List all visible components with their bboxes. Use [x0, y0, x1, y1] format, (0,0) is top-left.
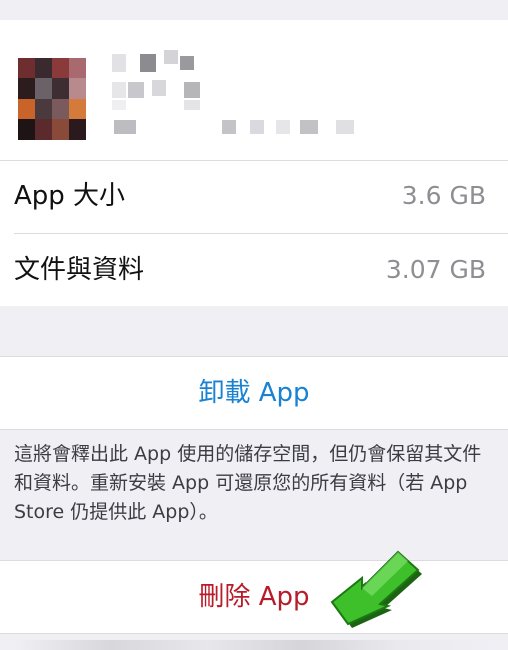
- app-size-value: 3.6 GB: [401, 181, 486, 210]
- storage-info-card: App 大小 3.6 GB 文件與資料 3.07 GB: [0, 160, 508, 306]
- offload-description: 這將會釋出此 App 使用的儲存空間，但仍會保留其文件和資料。重新安裝 App …: [14, 443, 482, 523]
- row-app-size: App 大小 3.6 GB: [0, 160, 508, 232]
- delete-app-button[interactable]: 刪除 App: [0, 561, 508, 633]
- top-spacer: [0, 0, 508, 20]
- app-size-label: App 大小: [14, 181, 126, 211]
- app-info-card: [0, 20, 508, 160]
- green-arrow-icon: [330, 550, 422, 628]
- row-documents-data: 文件與資料 3.07 GB: [0, 234, 508, 306]
- next-description-cut: [14, 640, 494, 650]
- offload-app-button[interactable]: 卸載 App: [0, 357, 508, 429]
- delete-app-card: 刪除 App: [0, 560, 508, 634]
- app-icon: [18, 58, 86, 140]
- documents-data-value: 3.07 GB: [385, 255, 486, 284]
- documents-data-label: 文件與資料: [14, 255, 145, 285]
- offload-app-card: 卸載 App: [0, 356, 508, 430]
